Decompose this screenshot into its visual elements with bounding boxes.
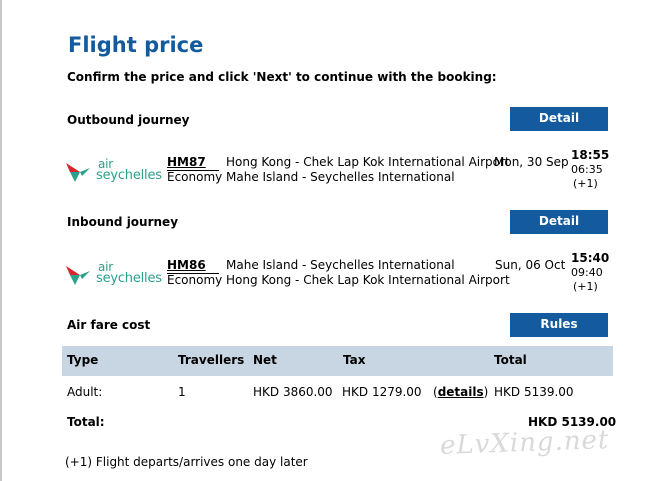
outbound-departure-time: 18:55	[571, 148, 610, 162]
logo-name: seychelles	[96, 168, 162, 183]
outbound-journey-heading: Outbound journey	[67, 113, 190, 127]
window-left-border	[0, 0, 2, 481]
seychelles-wing-icon	[66, 163, 90, 182]
inbound-origin: Mahe Island - Seychelles International	[226, 258, 455, 272]
inbound-flight-number-link[interactable]: HM86	[167, 258, 206, 272]
airline-logo-outbound: air seychelles	[66, 157, 162, 185]
airline-logo-inbound: air seychelles	[66, 260, 162, 288]
outbound-cabin-class: Economy	[167, 170, 223, 184]
outbound-arrival-time: 06:35	[571, 163, 603, 176]
airline-logo-text: air seychelles	[96, 261, 162, 285]
fare-row-net: HKD 3860.00	[253, 385, 333, 399]
tax-details-link[interactable]: details	[438, 385, 484, 399]
column-header-travellers: Travellers	[178, 353, 245, 367]
day-offset-footnote: (+1) Flight departs/arrives one day late…	[65, 455, 308, 469]
fare-row-details: (details)	[433, 385, 488, 399]
grand-total-label: Total:	[67, 415, 105, 429]
outbound-detail-button[interactable]: Detail	[510, 107, 608, 131]
airline-logo-text: air seychelles	[96, 158, 162, 182]
instruction-text: Confirm the price and click 'Next' to co…	[67, 70, 497, 84]
outbound-destination: Mahe Island - Seychelles International	[226, 170, 455, 184]
outbound-date: Mon, 30 Sep	[494, 155, 569, 169]
fare-row-travellers: 1	[178, 385, 186, 399]
air-fare-heading: Air fare cost	[67, 318, 151, 332]
fare-row-total: HKD 5139.00	[494, 385, 574, 399]
inbound-detail-button[interactable]: Detail	[510, 210, 608, 234]
seychelles-wing-icon	[66, 266, 90, 285]
fare-row-tax: HKD 1279.00	[342, 385, 422, 399]
paren-close: )	[483, 385, 489, 399]
fare-table-header	[62, 346, 613, 376]
column-header-tax: Tax	[343, 353, 366, 367]
inbound-day-offset: (+1)	[573, 280, 598, 293]
inbound-date: Sun, 06 Oct	[495, 258, 566, 272]
page-title: Flight price	[68, 33, 204, 57]
fare-row-type: Adult:	[67, 385, 103, 399]
column-header-net: Net	[253, 353, 277, 367]
inbound-destination: Hong Kong - Chek Lap Kok International A…	[226, 273, 510, 287]
column-header-total: Total	[494, 353, 527, 367]
inbound-arrival-time: 09:40	[571, 266, 603, 279]
logo-name: seychelles	[96, 271, 162, 286]
outbound-flight-number-link[interactable]: HM87	[167, 155, 206, 169]
inbound-departure-time: 15:40	[571, 251, 610, 265]
outbound-day-offset: (+1)	[573, 177, 598, 190]
inbound-cabin-class: Economy	[167, 273, 223, 287]
column-header-type: Type	[67, 353, 99, 367]
outbound-origin: Hong Kong - Chek Lap Kok International A…	[226, 155, 510, 169]
fare-rules-button[interactable]: Rules	[510, 313, 608, 337]
watermark: eLvXing.net	[439, 425, 610, 461]
inbound-journey-heading: Inbound journey	[67, 215, 179, 229]
